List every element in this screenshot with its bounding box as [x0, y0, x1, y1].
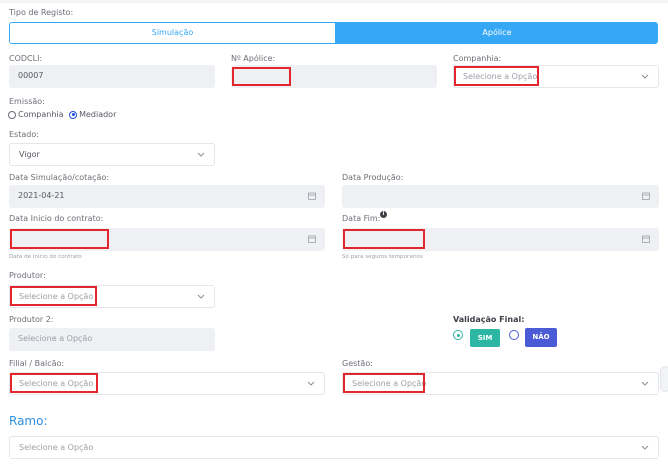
tab-simulacao[interactable]: Simulação — [10, 23, 335, 43]
ramo-title: Ramo: — [9, 414, 48, 428]
companhia-select[interactable]: Selecione a Opção — [453, 65, 659, 88]
data-inicio-hint: Data de inicio do contrato — [9, 254, 82, 260]
top-divider — [0, 0, 668, 3]
codcli-field: 00007 — [9, 65, 215, 88]
chevron-down-icon — [197, 152, 205, 157]
validacao-sim-label: SIM — [477, 334, 493, 342]
tab-apolice-label: Apólice — [482, 28, 512, 37]
filial-select[interactable]: Selecione a Opção — [9, 372, 325, 395]
validacao-label: Validação Final: — [453, 315, 525, 324]
gestao-select[interactable]: Selecione a Opção — [342, 372, 659, 395]
data-simulacao-input[interactable]: 2021-04-21 — [9, 185, 325, 208]
data-producao-input[interactable] — [342, 185, 659, 208]
validacao-sim-radio[interactable] — [453, 330, 463, 340]
calendar-icon[interactable] — [307, 234, 317, 244]
ramo-placeholder: Selecione a Opção — [19, 443, 94, 452]
data-simulacao-value: 2021-04-21 — [18, 191, 65, 200]
chevron-down-icon — [197, 294, 205, 299]
data-fim-input[interactable] — [342, 228, 659, 251]
validacao-nao-radio[interactable] — [509, 330, 519, 340]
estado-value: Vigor — [19, 150, 40, 159]
companhia-label: Companhia: — [453, 54, 502, 63]
produtor-label: Produtor: — [9, 271, 46, 280]
data-fim-label: Data Fim: — [342, 214, 381, 223]
scroll-handle[interactable] — [660, 366, 668, 392]
info-icon[interactable]: i — [380, 211, 387, 218]
radio-mediador-label: Mediador — [79, 110, 117, 119]
filial-label: Filial / Balcão: — [9, 359, 65, 368]
radio-mediador[interactable] — [69, 110, 78, 119]
ramo-select[interactable]: Selecione a Opção — [9, 436, 659, 459]
emissao-label: Emissão: — [9, 97, 45, 106]
tipo-registo-label: Tipo de Registo: — [9, 8, 74, 17]
calendar-icon[interactable] — [641, 191, 651, 201]
chevron-down-icon — [641, 74, 649, 79]
chevron-down-icon — [641, 445, 649, 450]
produtor2-label: Produtor 2: — [9, 315, 54, 324]
validacao-nao-label: NÃO — [532, 333, 550, 341]
validacao-nao-button[interactable]: NÃO — [525, 328, 557, 347]
tab-simulacao-label: Simulação — [151, 28, 194, 37]
produtor2-placeholder: Selecione a Opção — [18, 334, 93, 343]
gestao-placeholder: Selecione a Opção — [352, 379, 427, 388]
n-apolice-label: Nº Apólice: — [231, 54, 276, 63]
produtor-placeholder: Selecione a Opção — [19, 292, 94, 301]
filial-placeholder: Selecione a Opção — [19, 379, 94, 388]
n-apolice-input[interactable] — [231, 65, 437, 88]
radio-companhia-label: Companhia — [18, 110, 64, 119]
radio-companhia[interactable] — [8, 110, 16, 119]
data-inicio-label: Data Inicio do contrato: — [9, 214, 104, 223]
data-producao-label: Data Produção: — [342, 173, 404, 182]
data-simulacao-label: Data Simulação/cotação: — [9, 173, 110, 182]
chevron-down-icon — [641, 381, 649, 386]
produtor-select[interactable]: Selecione a Opção — [9, 285, 215, 308]
validacao-sim-button[interactable]: SIM — [470, 329, 500, 347]
companhia-placeholder: Selecione a Opção — [463, 72, 538, 81]
calendar-icon[interactable] — [307, 191, 317, 201]
data-inicio-input[interactable] — [9, 228, 325, 251]
codcli-value: 00007 — [18, 71, 44, 80]
gestao-label: Gestão: — [342, 359, 373, 368]
estado-label: Estado: — [9, 130, 39, 139]
codcli-label: CODCLI: — [9, 54, 43, 63]
calendar-icon[interactable] — [641, 234, 651, 244]
tab-apolice[interactable]: Apólice — [335, 23, 657, 43]
produtor2-select: Selecione a Opção — [9, 328, 215, 351]
tipo-registo-toggle: Simulação Apólice — [9, 22, 658, 44]
estado-select[interactable]: Vigor — [9, 143, 215, 166]
emissao-options: Companhia Mediador — [8, 110, 116, 119]
chevron-down-icon — [307, 381, 315, 386]
data-fim-hint: Só para seguros temporarios — [342, 254, 423, 260]
